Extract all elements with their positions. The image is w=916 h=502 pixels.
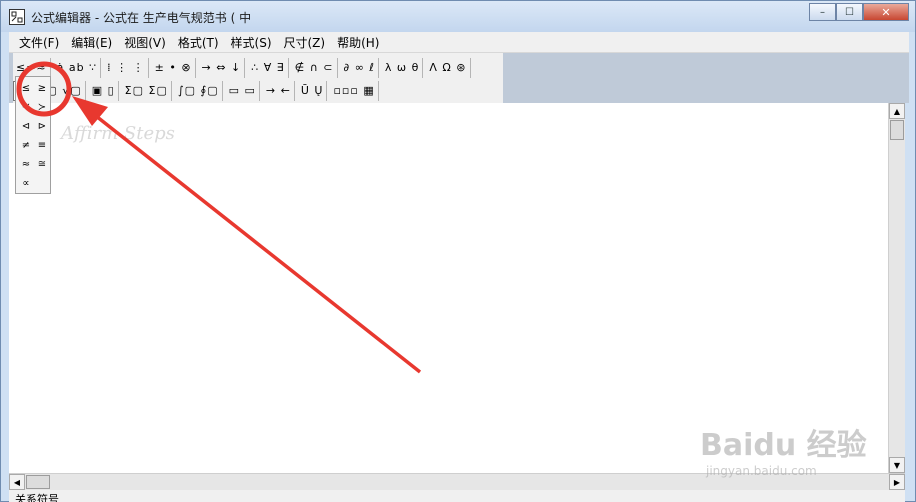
minimize-button[interactable]: – [809, 3, 836, 21]
baidu-url-text: jingyan.baidu.com [706, 464, 817, 478]
baidu-logo-text: Baidu 经验 [700, 428, 867, 463]
toolbar-symbol-row: ≤≠≈ ȧ ab ∵ ⁞ ⋮ ⋮ ± • ⊗ → ⇔ ↓ ∴ ∀ ∃ ∉ ∩ ⊂… [13, 56, 474, 79]
subscript-templates-button[interactable]: ▣ ▯ [89, 80, 119, 101]
menu-size[interactable]: 尺寸(Z) [278, 34, 332, 51]
status-text: 关系符号 [15, 493, 59, 502]
vertical-scroll-thumb[interactable] [890, 120, 904, 140]
menu-bar: 文件(F) 编辑(E) 视图(V) 格式(T) 样式(S) 尺寸(Z) 帮助(H… [9, 32, 909, 53]
spaces-ellipses-button[interactable]: ȧ ab ∵ [54, 57, 102, 78]
palette-symbol-cong[interactable]: ≅ [34, 156, 50, 172]
equation-editing-area[interactable]: Affirm Steps [9, 103, 888, 473]
window-controls: – ☐ ✕ [809, 3, 909, 21]
menu-edit[interactable]: 编辑(E) [65, 34, 118, 51]
palette-symbol-propto[interactable]: ∝ [18, 175, 34, 191]
document-watermark: Affirm Steps [61, 123, 175, 144]
equation-editor-app-icon [9, 9, 25, 25]
set-theory-symbols-button[interactable]: ∉ ∩ ⊂ [292, 57, 338, 78]
menu-file[interactable]: 文件(F) [13, 34, 65, 51]
toolbar-template-row: ≥ | ▢ √▢ ▣ ▯ Σ▢ Σ▢ ∫▢ ∮▢ ▭ ▭ → ← Ū Ų ▫▫▫… [13, 79, 382, 102]
logical-symbols-button[interactable]: ∴ ∀ ∃ [248, 57, 289, 78]
embellishments-button[interactable]: ⁞ ⋮ ⋮ [104, 57, 149, 78]
scroll-right-arrow-icon[interactable]: ▶ [889, 474, 905, 490]
misc-symbols-button[interactable]: ∂ ∞ ℓ [341, 57, 379, 78]
vertical-scrollbar[interactable]: ▲ ▼ [888, 103, 905, 473]
menu-view[interactable]: 视图(V) [118, 34, 172, 51]
menu-style[interactable]: 样式(S) [225, 34, 278, 51]
integral-templates-button[interactable]: ∫▢ ∮▢ [175, 80, 223, 101]
palette-symbol-equiv[interactable]: ≡ [34, 137, 50, 153]
maximize-button[interactable]: ☐ [836, 3, 863, 21]
toolbar-area: ≤≠≈ ȧ ab ∵ ⁞ ⋮ ⋮ ± • ⊗ → ⇔ ↓ ∴ ∀ ∃ ∉ ∩ ⊂… [9, 53, 909, 103]
palette-symbol-ge[interactable]: ≥ [34, 80, 50, 96]
scroll-down-arrow-icon[interactable]: ▼ [889, 457, 905, 473]
palette-symbol-succ[interactable]: ≻ [34, 99, 50, 115]
status-bar: 关系符号 [9, 490, 905, 502]
horizontal-scroll-thumb[interactable] [26, 475, 50, 489]
title-bar: 公式编辑器 - 公式在 生产电气规范书 ( 中 – ☐ ✕ [1, 1, 915, 32]
close-button[interactable]: ✕ [863, 3, 909, 21]
palette-symbol-prec[interactable]: ≺ [18, 99, 34, 115]
greek-lowercase-button[interactable]: λ ω θ [382, 57, 424, 78]
math-toolbar: ≤≠≈ ȧ ab ∵ ⁞ ⋮ ⋮ ± • ⊗ → ⇔ ↓ ∴ ∀ ∃ ∉ ∩ ⊂… [13, 53, 503, 103]
summation-templates-button[interactable]: Σ▢ Σ▢ [122, 80, 172, 101]
menu-format[interactable]: 格式(T) [172, 34, 225, 51]
menu-help[interactable]: 帮助(H) [331, 34, 385, 51]
scroll-up-arrow-icon[interactable]: ▲ [889, 103, 905, 119]
palette-symbol-rhd[interactable]: ⊳ [34, 118, 50, 134]
relational-symbol-palette: ≤ ≥ ≺ ≻ ⊲ ⊳ ≠ ≡ ≈ ≅ ∝ [15, 76, 51, 194]
baidu-jingyan-watermark: Baidu 经验 jingyan.baidu.com [700, 420, 867, 478]
operator-symbols-button[interactable]: ± • ⊗ [152, 57, 196, 78]
greek-uppercase-button[interactable]: Λ Ω ⊛ [426, 57, 471, 78]
matrix-templates-button[interactable]: ▫▫▫ ▦ [330, 80, 379, 101]
palette-symbol-approx[interactable]: ≈ [18, 156, 34, 172]
arrow-symbols-button[interactable]: → ⇔ ↓ [199, 57, 246, 78]
window-title: 公式编辑器 - 公式在 生产电气规范书 ( 中 [31, 11, 252, 25]
labeled-arrow-templates-button[interactable]: → ← [263, 80, 295, 101]
scroll-left-arrow-icon[interactable]: ◀ [9, 474, 25, 490]
product-templates-button[interactable]: Ū Ų [298, 80, 328, 101]
relational-symbols-button[interactable]: ≤≠≈ [13, 57, 51, 78]
palette-symbol-le[interactable]: ≤ [18, 80, 34, 96]
bar-templates-button[interactable]: ▭ ▭ [226, 80, 260, 101]
palette-symbol-neq[interactable]: ≠ [18, 137, 34, 153]
palette-symbol-lhd[interactable]: ⊲ [18, 118, 34, 134]
